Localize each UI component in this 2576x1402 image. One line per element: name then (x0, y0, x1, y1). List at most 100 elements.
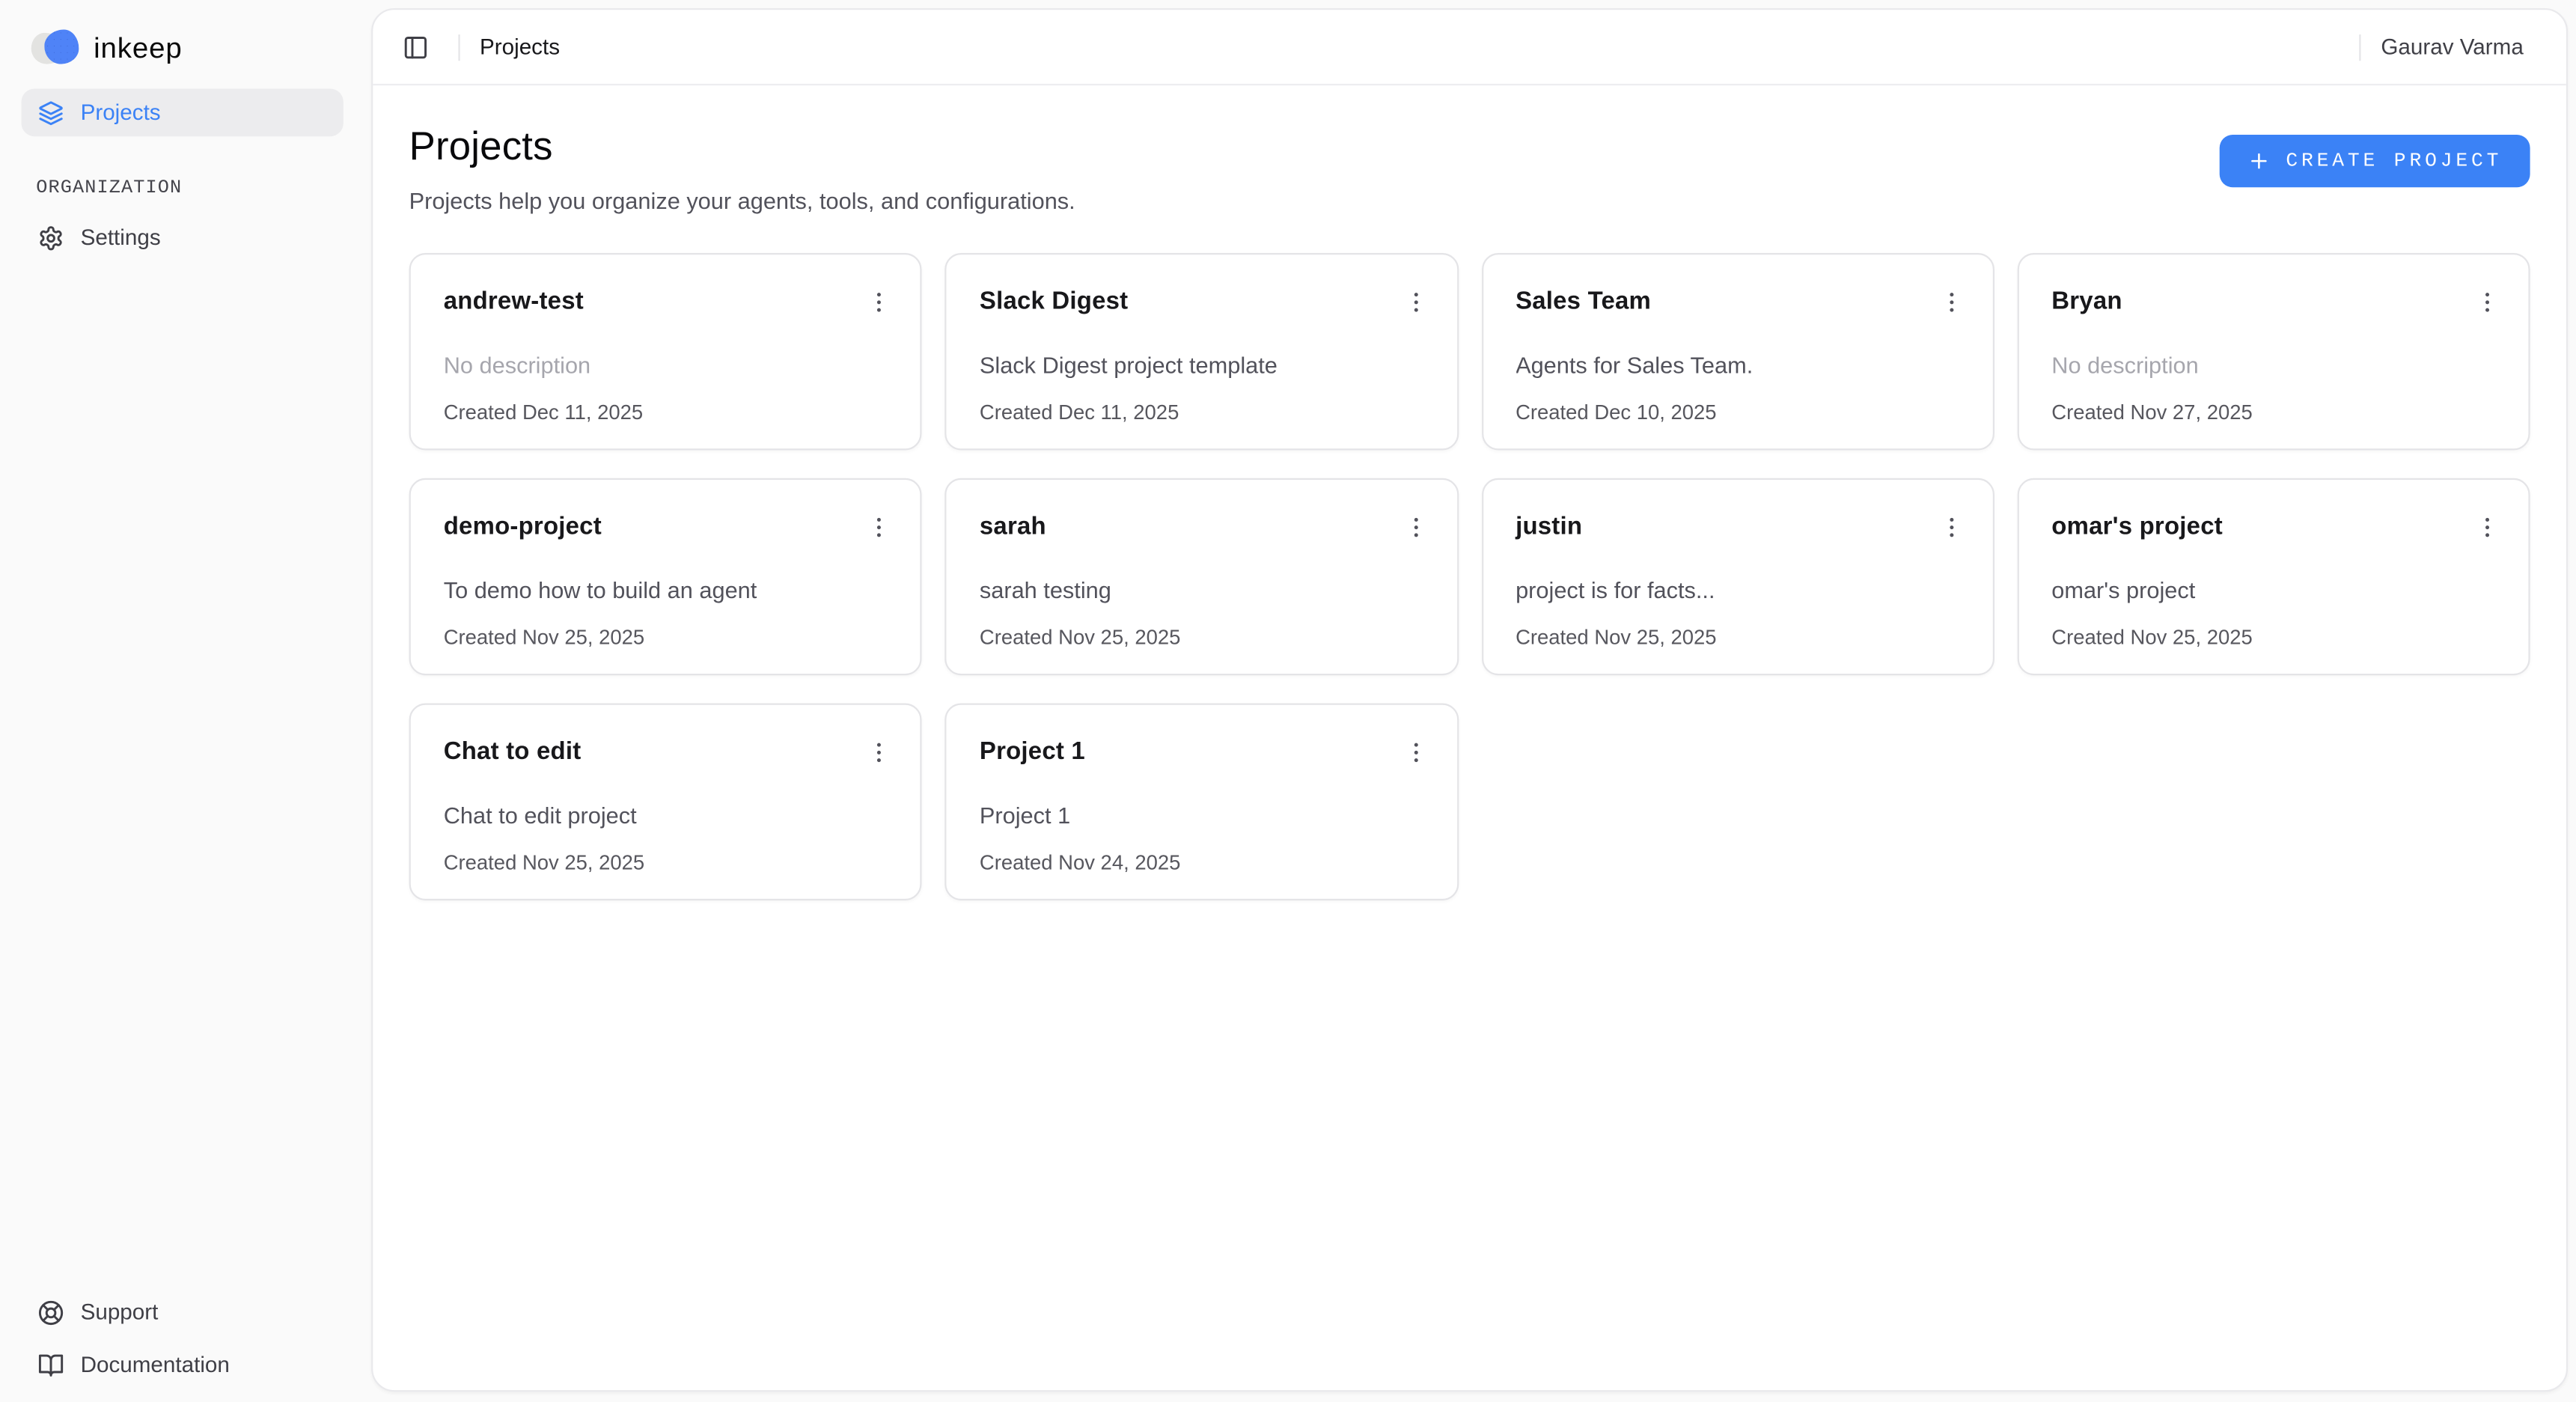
project-description: Slack Digest project template (980, 349, 1423, 382)
project-name: demo-project (444, 513, 602, 543)
project-created-date: Created Nov 25, 2025 (444, 625, 888, 651)
project-card-header: Bryan (2051, 288, 2495, 320)
project-card[interactable]: Project 1 Project 1 Created Nov 24, 2025 (945, 704, 1458, 900)
project-created-date: Created Nov 25, 2025 (1516, 625, 1959, 651)
project-card[interactable]: Bryan No description Created Nov 27, 202… (2017, 253, 2530, 450)
brand-wordmark: inkeep (94, 31, 182, 65)
page-content: Projects Projects help you organize your… (373, 85, 2566, 1390)
page-head: Projects Projects help you organize your… (409, 121, 2530, 217)
project-card-header: Project 1 (980, 738, 1423, 769)
gear-icon (37, 225, 64, 251)
more-vertical-icon (1403, 290, 1429, 316)
project-description: No description (2051, 349, 2495, 382)
sidebar-item-documentation[interactable]: Documentation (22, 1341, 344, 1389)
project-card[interactable]: Chat to edit Chat to edit project Create… (409, 704, 922, 900)
project-menu-button[interactable] (1935, 286, 1968, 319)
project-created-date: Created Nov 25, 2025 (980, 625, 1423, 651)
sidebar-item-support[interactable]: Support (22, 1288, 344, 1336)
life-buoy-icon (37, 1299, 64, 1325)
project-created-date: Created Nov 24, 2025 (980, 850, 1423, 876)
sidebar-item-label: Settings (81, 225, 161, 250)
project-created-date: Created Dec 11, 2025 (980, 400, 1423, 426)
brand-logo[interactable]: inkeep (22, 22, 344, 71)
more-vertical-icon (2474, 290, 2500, 316)
breadcrumb: Projects (480, 34, 560, 59)
project-menu-button[interactable] (2471, 286, 2504, 319)
project-menu-button[interactable] (2471, 511, 2504, 544)
more-vertical-icon (2474, 515, 2500, 541)
project-created-date: Created Dec 11, 2025 (444, 400, 888, 426)
more-vertical-icon (866, 515, 892, 541)
user-menu[interactable]: Gaurav Varma (2381, 34, 2524, 59)
project-card[interactable]: omar's project omar's project Created No… (2017, 478, 2530, 675)
page-title: Projects (409, 125, 1075, 171)
project-menu-button[interactable] (1399, 511, 1432, 544)
project-name: omar's project (2051, 513, 2223, 543)
projects-grid: andrew-test No description Created Dec 1… (409, 253, 2530, 900)
project-description: Chat to edit project (444, 799, 888, 832)
project-name: sarah (980, 513, 1046, 543)
project-name: Bryan (2051, 288, 2122, 318)
more-vertical-icon (1938, 515, 1965, 541)
project-card[interactable]: andrew-test No description Created Dec 1… (409, 253, 922, 450)
sidebar-footer: Support Documentation (22, 1288, 344, 1395)
sidebar-item-projects[interactable]: Projects (22, 89, 344, 137)
project-description: To demo how to build an agent (444, 574, 888, 607)
project-description: sarah testing (980, 574, 1423, 607)
panel-left-icon (403, 34, 429, 60)
project-name: Chat to edit (444, 738, 582, 768)
main-panel: Projects Gaurav Varma Projects Projects … (371, 8, 2568, 1392)
page-head-text: Projects Projects help you organize your… (409, 121, 1075, 217)
project-card-header: Chat to edit (444, 738, 888, 769)
project-card-header: andrew-test (444, 288, 888, 320)
project-description: Agents for Sales Team. (1516, 349, 1959, 382)
book-open-icon (37, 1352, 64, 1378)
sidebar-spacer (22, 261, 344, 1288)
inkeep-logo-icon (31, 28, 79, 67)
project-name: Sales Team (1516, 288, 1651, 318)
top-bar: Projects Gaurav Varma (373, 10, 2566, 85)
project-description: Project 1 (980, 799, 1423, 832)
project-menu-button[interactable] (863, 511, 896, 544)
sidebar-item-label: Projects (81, 100, 161, 125)
project-created-date: Created Nov 25, 2025 (2051, 625, 2495, 651)
sidebar: inkeep Projects ORGANIZATION Settings (0, 0, 364, 1402)
project-card-header: omar's project (2051, 513, 2495, 544)
project-card-header: sarah (980, 513, 1423, 544)
sidebar-item-label: Support (81, 1299, 159, 1324)
project-description: omar's project (2051, 574, 2495, 607)
page-subtitle: Projects help you organize your agents, … (409, 185, 1075, 217)
layers-icon (37, 100, 64, 126)
project-card[interactable]: demo-project To demo how to build an age… (409, 478, 922, 675)
plus-icon (2248, 150, 2271, 173)
project-card[interactable]: Slack Digest Slack Digest project templa… (945, 253, 1458, 450)
project-menu-button[interactable] (863, 737, 896, 769)
project-card[interactable]: sarah sarah testing Created Nov 25, 2025 (945, 478, 1458, 675)
project-menu-button[interactable] (1399, 737, 1432, 769)
project-name: Slack Digest (980, 288, 1128, 318)
project-created-date: Created Nov 27, 2025 (2051, 400, 2495, 426)
project-menu-button[interactable] (863, 286, 896, 319)
project-card[interactable]: justin project is for facts... Created N… (1481, 478, 1994, 675)
logo-blob-blue (44, 30, 79, 64)
header-divider (2360, 34, 2361, 60)
project-menu-button[interactable] (1399, 286, 1432, 319)
sidebar-toggle-button[interactable] (393, 24, 439, 70)
more-vertical-icon (1403, 740, 1429, 766)
project-card[interactable]: Sales Team Agents for Sales Team. Create… (1481, 253, 1994, 450)
sidebar-item-settings[interactable]: Settings (22, 213, 344, 261)
project-description: No description (444, 349, 888, 382)
header-divider (458, 34, 460, 60)
project-name: Project 1 (980, 738, 1085, 768)
project-menu-button[interactable] (1935, 511, 1968, 544)
project-card-header: Slack Digest (980, 288, 1423, 320)
project-card-header: Sales Team (1516, 288, 1959, 320)
more-vertical-icon (1403, 515, 1429, 541)
project-card-header: justin (1516, 513, 1959, 544)
project-name: justin (1516, 513, 1582, 543)
project-description: project is for facts... (1516, 574, 1959, 607)
create-project-button[interactable]: CREATE PROJECT (2221, 135, 2530, 187)
more-vertical-icon (866, 740, 892, 766)
more-vertical-icon (866, 290, 892, 316)
project-created-date: Created Nov 25, 2025 (444, 850, 888, 876)
